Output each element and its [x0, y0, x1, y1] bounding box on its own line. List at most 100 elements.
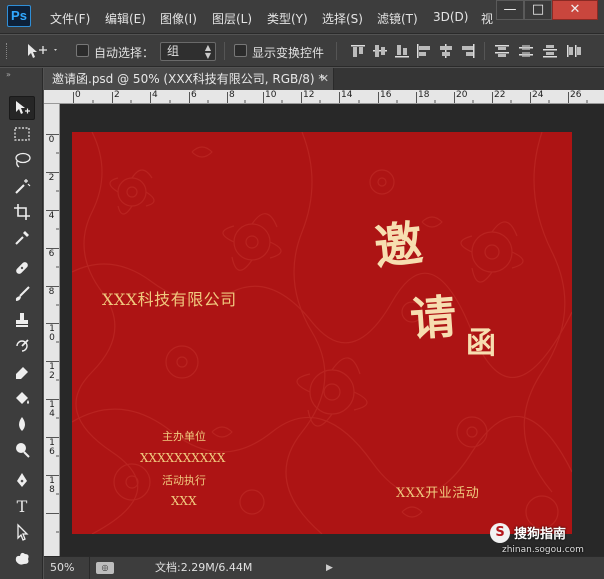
photoshop-logo: Ps — [7, 5, 31, 27]
magic-wand-icon — [15, 179, 31, 194]
align-vertical-centers-icon[interactable] — [372, 44, 388, 58]
eyedropper-tool[interactable] — [9, 226, 35, 250]
zoom-field[interactable]: 50% — [50, 557, 90, 579]
exec-label[interactable]: 活动执行 — [162, 472, 206, 488]
eraser-tool[interactable] — [9, 360, 35, 384]
ruler-ticks — [73, 92, 588, 103]
menu-image[interactable]: 图像(I) — [160, 10, 197, 27]
event-title[interactable]: XXX开业活动 — [396, 482, 479, 501]
clone-stamp-tool[interactable] — [9, 308, 35, 332]
collapse-arrows-icon[interactable]: » — [6, 70, 11, 79]
path-selection-tool[interactable] — [9, 520, 35, 544]
paint-bucket-tool[interactable] — [9, 386, 35, 410]
menu-edit[interactable]: 编辑(E) — [105, 10, 146, 27]
tab-close-icon[interactable]: ✕ — [320, 68, 329, 90]
custom-shape-icon — [15, 552, 29, 565]
menu-type[interactable]: 类型(Y) — [267, 10, 308, 27]
history-brush-tool[interactable] — [9, 334, 35, 358]
document-tab-bar: 邀请函.psd @ 50% (XXX科技有限公司, RGB/8) * ✕ — [44, 68, 604, 90]
healing-brush-tool[interactable] — [9, 256, 35, 280]
vertical-ruler[interactable]: 0 2 4 6 8 10 12 14 16 18 — [44, 104, 60, 556]
distribute-vertical-centers-icon[interactable] — [518, 44, 534, 58]
blur-tool[interactable] — [9, 412, 35, 436]
auto-select-dropdown[interactable]: 组 ▲ ▼ — [160, 42, 216, 61]
document-canvas[interactable]: XXX科技有限公司 邀 请 函 主办单位 XXXXXXXXXX 活动执行 XXX… — [72, 132, 572, 534]
brush-tool[interactable] — [9, 282, 35, 306]
floral-background-pattern — [72, 132, 572, 534]
show-transform-label: 显示变换控件 — [252, 46, 325, 60]
document-tab[interactable]: 邀请函.psd @ 50% (XXX科技有限公司, RGB/8) * ✕ — [44, 68, 334, 90]
sogou-logo-icon: S — [490, 523, 510, 543]
toolbox: » T — [0, 68, 43, 579]
path-selection-icon — [17, 523, 29, 541]
shape-tool[interactable] — [9, 546, 35, 570]
options-bar: 自动选择： 组 ▲ ▼ 显示变换控件 — [0, 35, 604, 67]
crop-tool[interactable] — [9, 200, 35, 224]
grip-handle[interactable] — [6, 43, 10, 59]
align-bottom-edges-icon[interactable] — [394, 44, 410, 58]
move-tool[interactable] — [9, 96, 35, 120]
distribute-left-icon[interactable] — [566, 44, 582, 58]
document-info-icon[interactable]: ◎ — [96, 562, 114, 574]
align-top-edges-icon[interactable] — [350, 44, 366, 58]
menu-3d[interactable]: 3D(D) — [433, 10, 468, 24]
align-horizontal-centers-icon[interactable] — [438, 44, 454, 58]
stamp-icon — [16, 313, 28, 327]
ruler-ticks — [46, 134, 59, 533]
distribute-bottom-icon[interactable] — [542, 44, 558, 58]
menu-bar: Ps 文件(F) 编辑(E) 图像(I) 图层(L) 类型(Y) 选择(S) 滤… — [0, 0, 604, 34]
divider — [484, 42, 485, 60]
pen-tool[interactable] — [9, 468, 35, 492]
dodge-tool[interactable] — [9, 438, 35, 462]
type-tool[interactable]: T — [9, 494, 35, 518]
menu-layer[interactable]: 图层(L) — [212, 10, 252, 27]
close-button[interactable]: ✕ — [552, 0, 598, 20]
watermark-title: 搜狗指南 — [514, 527, 567, 542]
water-drop-icon — [19, 417, 25, 431]
document-workspace[interactable]: XXX科技有限公司 邀 请 函 主办单位 XXXXXXXXXX 活动执行 XXX… — [60, 104, 604, 556]
title-char-qing[interactable]: 请 — [408, 280, 458, 349]
eraser-icon — [16, 367, 28, 379]
magic-wand-tool[interactable] — [9, 174, 35, 198]
pen-icon — [17, 473, 27, 487]
company-name[interactable]: XXX科技有限公司 — [102, 286, 237, 310]
host-value[interactable]: XXXXXXXXXX — [140, 451, 225, 465]
menu-select[interactable]: 选择(S) — [322, 10, 363, 27]
tool-preset-picker[interactable] — [24, 41, 60, 61]
type-t-icon: T — [16, 496, 28, 516]
sogou-watermark: S 搜狗指南 zhinan.sogou.com — [490, 520, 602, 560]
marquee-tool[interactable] — [9, 122, 35, 146]
align-left-edges-icon[interactable] — [416, 44, 432, 58]
auto-select-label: 自动选择： — [94, 46, 155, 60]
bandage-icon — [16, 262, 28, 274]
exec-value[interactable]: XXX — [171, 494, 197, 508]
horizontal-ruler[interactable]: 0 2 4 6 8 10 12 14 16 18 20 22 24 26 — [44, 90, 604, 104]
divider — [224, 42, 225, 60]
menu-view[interactable]: 视 — [481, 10, 493, 27]
auto-select-value: 组 — [167, 44, 180, 58]
title-char-han[interactable]: 函 — [466, 318, 496, 362]
paint-bucket-icon — [16, 392, 29, 404]
updown-arrows-icon: ▲ ▼ — [204, 43, 211, 60]
menu-filter[interactable]: 滤镜(T) — [377, 10, 418, 27]
history-brush-icon — [16, 339, 29, 352]
lasso-tool[interactable] — [9, 148, 35, 172]
divider — [336, 42, 337, 60]
host-label[interactable]: 主办单位 — [162, 428, 206, 444]
minimize-button[interactable]: — — [496, 0, 524, 20]
align-right-edges-icon[interactable] — [460, 44, 476, 58]
maximize-button[interactable]: □ — [524, 0, 552, 20]
brush-icon — [15, 286, 30, 301]
eyedropper-icon — [15, 231, 29, 245]
move-arrow-icon — [28, 44, 57, 58]
dodge-icon — [16, 443, 30, 458]
auto-select-checkbox[interactable] — [76, 44, 89, 57]
menu-file[interactable]: 文件(F) — [50, 10, 90, 27]
title-char-yao[interactable]: 邀 — [370, 204, 426, 279]
show-transform-checkbox[interactable] — [234, 44, 247, 57]
document-size: 文档:2.29M/6.44M — [155, 561, 253, 574]
rectangular-marquee-icon — [14, 127, 30, 141]
distribute-top-icon[interactable] — [494, 44, 510, 58]
status-menu-arrow[interactable]: ▶ — [326, 557, 333, 579]
crop-icon — [14, 204, 30, 220]
